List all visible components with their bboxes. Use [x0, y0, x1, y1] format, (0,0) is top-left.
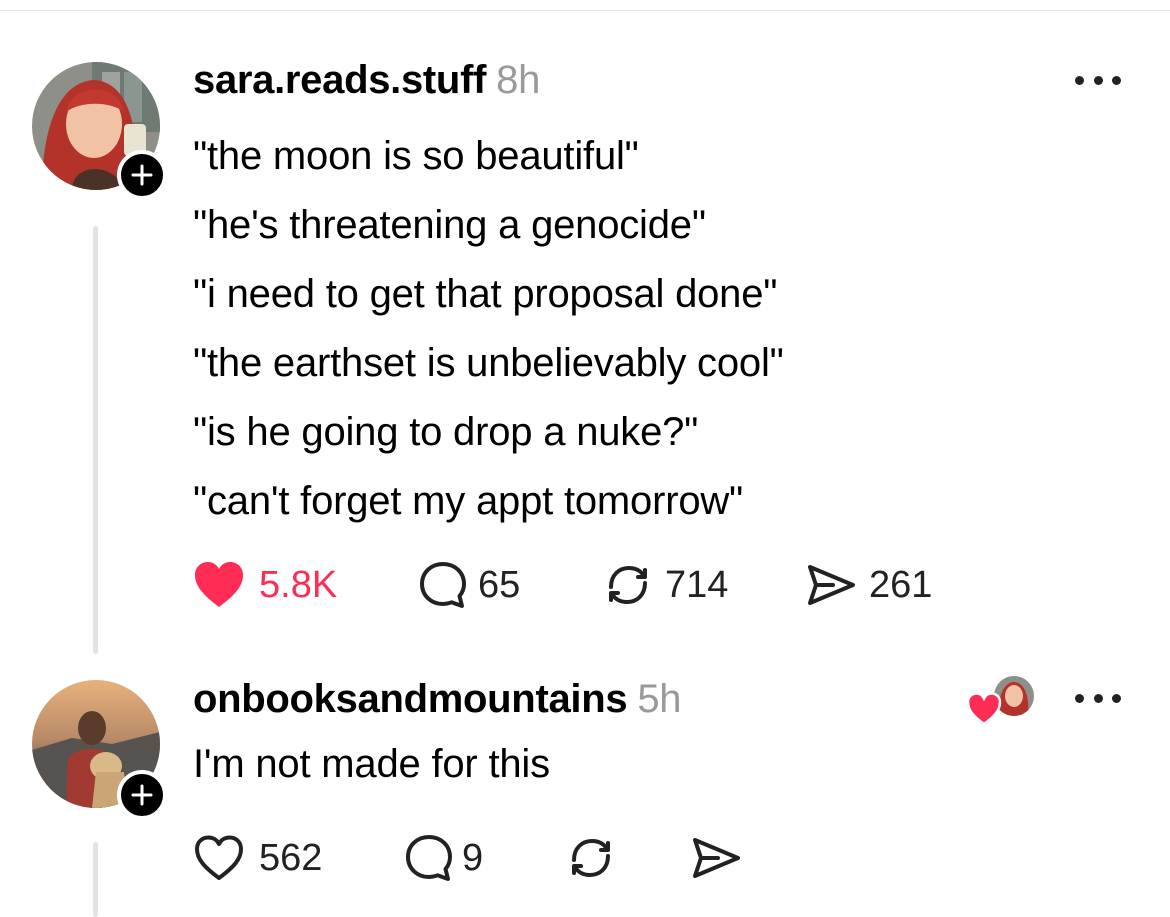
- reply-more-options-button[interactable]: [1075, 688, 1121, 708]
- share-icon: [693, 838, 740, 878]
- plus-icon: [131, 164, 153, 186]
- share-count: 261: [869, 563, 933, 606]
- more-options-button[interactable]: [1075, 70, 1121, 90]
- thread-line: [93, 226, 98, 654]
- reply-comment-button[interactable]: 9: [404, 828, 483, 888]
- like-count: 5.8K: [259, 563, 338, 606]
- post-line: "is he going to drop a nuke?": [193, 410, 699, 454]
- reply-like-count: 562: [259, 836, 323, 879]
- post-line: "he's threatening a genocide": [193, 203, 706, 247]
- reply-like-button[interactable]: 562: [193, 828, 322, 888]
- reply-timestamp: 5h: [637, 677, 682, 721]
- more-icon: [1075, 693, 1084, 703]
- follow-button[interactable]: [117, 150, 167, 200]
- post-header: sara.reads.stuff 8h: [193, 58, 540, 103]
- comment-icon: [420, 562, 466, 608]
- post-line: "can't forget my appt tomorrow": [193, 479, 744, 523]
- plus-icon: [131, 784, 153, 806]
- more-icon-dot: [1112, 75, 1121, 85]
- more-icon-dot: [1093, 693, 1103, 703]
- reply-comment-count: 9: [462, 836, 484, 879]
- comment-button[interactable]: 65: [418, 555, 520, 615]
- post-text: "the moon is so beautiful" "he's threate…: [193, 122, 784, 536]
- reply-follow-button[interactable]: [117, 770, 167, 820]
- reply-share-button[interactable]: [690, 828, 742, 888]
- repost-button[interactable]: 714: [603, 555, 728, 615]
- top-divider: [0, 10, 1170, 11]
- heart-icon: [195, 835, 243, 880]
- post-line: "i need to get that proposal done": [193, 272, 778, 316]
- timestamp: 8h: [496, 58, 541, 102]
- username[interactable]: sara.reads.stuff: [193, 58, 486, 102]
- post-line: "the earthset is unbelievably cool": [193, 341, 784, 385]
- reply-repost-button[interactable]: [566, 828, 616, 888]
- repost-icon: [572, 838, 610, 878]
- reply-header: onbooksandmountains 5h: [193, 677, 682, 722]
- heart-icon: [195, 562, 243, 607]
- repost-count: 714: [665, 563, 729, 606]
- reply-username[interactable]: onbooksandmountains: [193, 677, 628, 721]
- reply-text: I'm not made for this: [193, 742, 550, 786]
- comment-count: 65: [478, 563, 521, 606]
- repost-icon: [609, 565, 647, 605]
- share-icon: [808, 565, 855, 605]
- reply-thread-line: [93, 842, 98, 917]
- post-line: "the moon is so beautiful": [193, 134, 639, 178]
- comment-icon: [406, 835, 452, 881]
- like-button[interactable]: 5.8K: [193, 555, 337, 615]
- more-icon-dot: [1112, 693, 1121, 703]
- author-liked-heart-icon: [966, 692, 1002, 726]
- more-icon-dot: [1093, 75, 1103, 85]
- more-icon: [1075, 75, 1084, 85]
- share-button[interactable]: 261: [805, 555, 932, 615]
